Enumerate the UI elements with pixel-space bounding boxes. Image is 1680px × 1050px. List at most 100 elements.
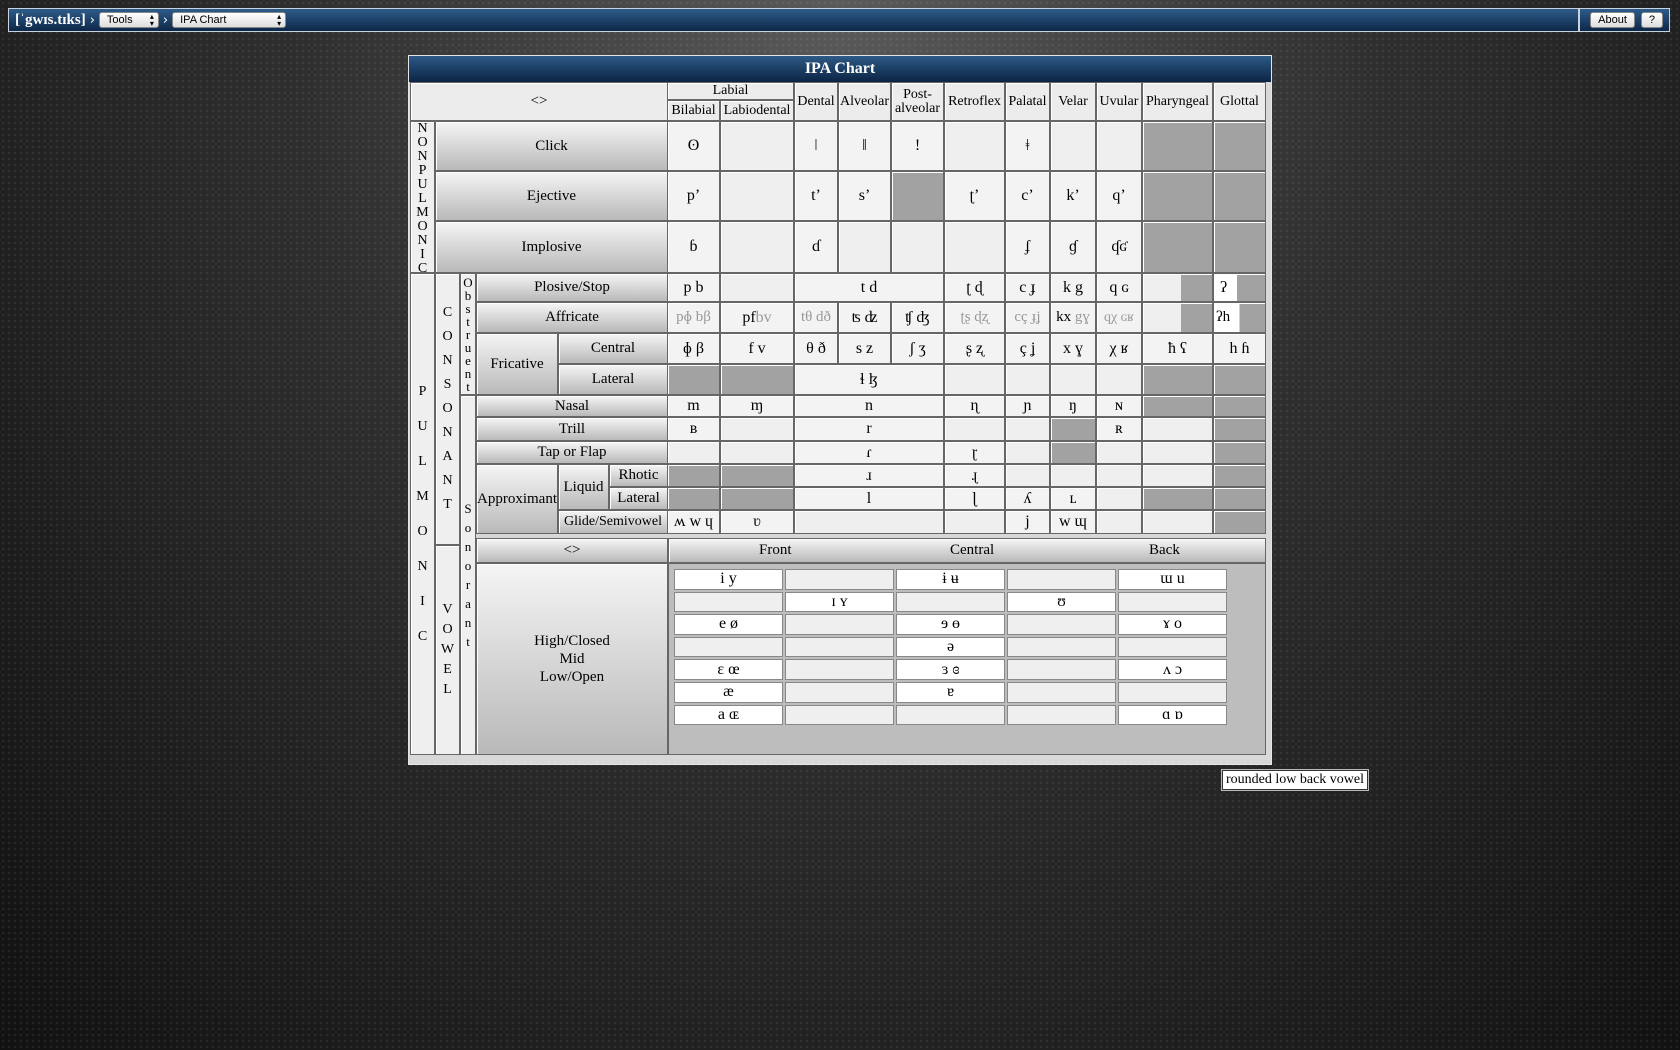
cell-nasal-velar[interactable]: ŋ [1050,395,1096,417]
header-velar[interactable]: Velar [1050,82,1096,121]
row-label-rhotic[interactable]: Rhotic [609,464,668,487]
vowel-cell[interactable]: ʊ [1007,591,1116,613]
header-palatal[interactable]: Palatal [1005,82,1050,121]
cell-trill-alveolar[interactable]: r [794,417,944,441]
vowel-header-back[interactable]: Back [1149,542,1180,559]
cell-affricate-palatal[interactable]: cç ɟʝ [1005,302,1050,333]
cell-affricate-bilabial[interactable]: pɸ bβ [667,302,720,333]
header-pharyngeal[interactable]: Pharyngeal [1142,82,1213,121]
cell-click-postalveolar[interactable]: ! [891,121,944,171]
cell-glide-palatal[interactable]: j [1005,510,1050,534]
vowel-height-high[interactable]: High/Closed [534,632,610,650]
about-button[interactable]: About [1590,12,1635,28]
cell-plosive-glottal[interactable]: ʔ [1213,273,1266,302]
cell-ejective-retroflex[interactable]: ʈ’ [944,171,1005,221]
cell-affricate-postalveolar[interactable]: ʧ ʤ [891,302,944,333]
cell-implosive-dental[interactable]: ɗ [794,221,838,273]
row-label-fricative[interactable]: Fricative [476,333,558,395]
cell-lateral-palatal[interactable]: ʎ [1005,487,1050,510]
row-label-fricative-lateral[interactable]: Lateral [558,364,668,395]
site-brand[interactable]: [ˈgwɪs.tɪks] [15,12,86,29]
cell-fricative-palatal[interactable]: ç ʝ [1005,333,1050,364]
row-label-plosive[interactable]: Plosive/Stop [476,273,668,302]
cell-glide-velar[interactable]: w ɰ [1050,510,1096,534]
cell-fricative-pharyngeal[interactable]: ħ ʕ [1142,333,1213,364]
cell-affricate-uvular[interactable]: qχ ɢʁ [1096,302,1142,333]
cell-nasal-bilabial[interactable]: m [667,395,720,417]
cell-fricative-postalveolar[interactable]: ʃ ʒ [891,333,944,364]
cell-plosive-palatal[interactable]: c ɟ [1005,273,1050,302]
cell-rhotic-retroflex[interactable]: ɻ [944,464,1005,487]
cell-nasal-labiodental[interactable]: ɱ [720,395,794,417]
cell-plosive-uvular[interactable]: q ɢ [1096,273,1142,302]
vowel-cell[interactable]: i y [674,569,783,590]
row-label-click[interactable]: Click [435,121,668,171]
vowel-cell[interactable]: ɪ ʏ [785,591,894,613]
row-label-glide[interactable]: Glide/Semivowel [558,510,668,534]
header-labiodental[interactable]: Labiodental [720,100,794,121]
cell-fricative-velar[interactable]: x ɣ [1050,333,1096,364]
vowel-cell[interactable]: ə [896,636,1005,658]
vowel-cell[interactable]: a ɶ [674,704,783,726]
vowel-cell[interactable]: ɯ u [1118,569,1227,590]
tools-select[interactable]: Tools ▴ ▾ [98,12,159,28]
cell-click-bilabial[interactable]: ʘ [667,121,720,171]
header-retroflex[interactable]: Retroflex [944,82,1005,121]
cell-glide-bilabial[interactable]: ʍ w ɥ [667,510,720,534]
cell-affricate-dental[interactable]: tθ dð [794,302,838,333]
cell-nasal-alveolar[interactable]: n [794,395,944,417]
row-label-approximant[interactable]: Approximant [476,464,558,534]
help-button[interactable]: ? [1640,12,1663,28]
vowel-cell[interactable]: ɨ ʉ [896,569,1005,590]
cell-ejective-palatal[interactable]: c’ [1005,171,1050,221]
cell-tap-alveolar[interactable]: ɾ [794,441,944,464]
vowel-height-low[interactable]: Low/Open [540,668,604,686]
cell-affricate-alveolar[interactable]: ʦ ʣ [838,302,891,333]
cell-affricate-labiodental[interactable]: pf bv [720,302,794,333]
vowel-header-front[interactable]: Front [759,542,792,559]
cell-tap-retroflex[interactable]: ɽ [944,441,1005,464]
cell-fricative-alveolar[interactable]: s z [838,333,891,364]
cell-plosive-velar[interactable]: k g [1050,273,1096,302]
header-postalveolar[interactable]: Post- alveolar [891,82,944,121]
cell-lateral-fricative-alveolar[interactable]: ɬ ɮ [794,364,944,395]
cell-click-alveolar[interactable]: ǁ [838,121,891,171]
cell-ejective-uvular[interactable]: q’ [1096,171,1142,221]
cell-implosive-uvular[interactable]: ʠʛ [1096,221,1142,273]
vowel-cell[interactable]: ɑ ɒ [1118,704,1227,726]
cell-ejective-alveolar[interactable]: s’ [838,171,891,221]
cell-lateral-retroflex[interactable]: ɭ [944,487,1005,510]
header-uvular[interactable]: Uvular [1096,82,1142,121]
cell-fricative-bilabial[interactable]: ɸ β [667,333,720,364]
cell-trill-bilabial[interactable]: ʙ [667,417,720,441]
cell-fricative-retroflex[interactable]: ʂ ʐ [944,333,1005,364]
cell-ejective-bilabial[interactable]: p’ [667,171,720,221]
vowel-header-corner[interactable]: <> [476,538,668,563]
vowel-cell[interactable]: ʌ ɔ [1118,659,1227,680]
cell-plosive-alveolar[interactable]: t d [794,273,944,302]
cell-fricative-glottal[interactable]: h ɦ [1213,333,1266,364]
cell-nasal-palatal[interactable]: ɲ [1005,395,1050,417]
vowel-header-central[interactable]: Central [950,542,994,559]
vowel-height-mid[interactable]: Mid [559,650,584,668]
cell-affricate-velar[interactable]: kx gɣ [1050,302,1096,333]
row-label-approximant-lateral[interactable]: Lateral [609,487,668,510]
cell-implosive-bilabial[interactable]: ɓ [667,221,720,273]
cell-lateral-velar[interactable]: ʟ [1050,487,1096,510]
cell-click-palatal[interactable]: ǂ [1005,121,1050,171]
cell-trill-uvular[interactable]: ʀ [1096,417,1142,441]
vowel-cell[interactable]: ɐ [896,682,1005,703]
vowel-cell[interactable]: æ [674,682,783,703]
row-label-nasal[interactable]: Nasal [476,395,668,417]
header-bilabial[interactable]: Bilabial [667,100,720,121]
cell-nasal-retroflex[interactable]: ɳ [944,395,1005,417]
cell-ejective-dental[interactable]: t’ [794,171,838,221]
vowel-cell[interactable]: ɘ ɵ [896,614,1005,635]
page-select[interactable]: IPA Chart ▴ ▾ [172,12,287,28]
vowel-cell[interactable]: ɛ œ [674,659,783,680]
header-glottal[interactable]: Glottal [1213,82,1266,121]
cell-implosive-palatal[interactable]: ʄ [1005,221,1050,273]
row-label-ejective[interactable]: Ejective [435,171,668,221]
cell-glide-labiodental[interactable]: ʋ [720,510,794,534]
row-label-fricative-central[interactable]: Central [558,333,668,364]
